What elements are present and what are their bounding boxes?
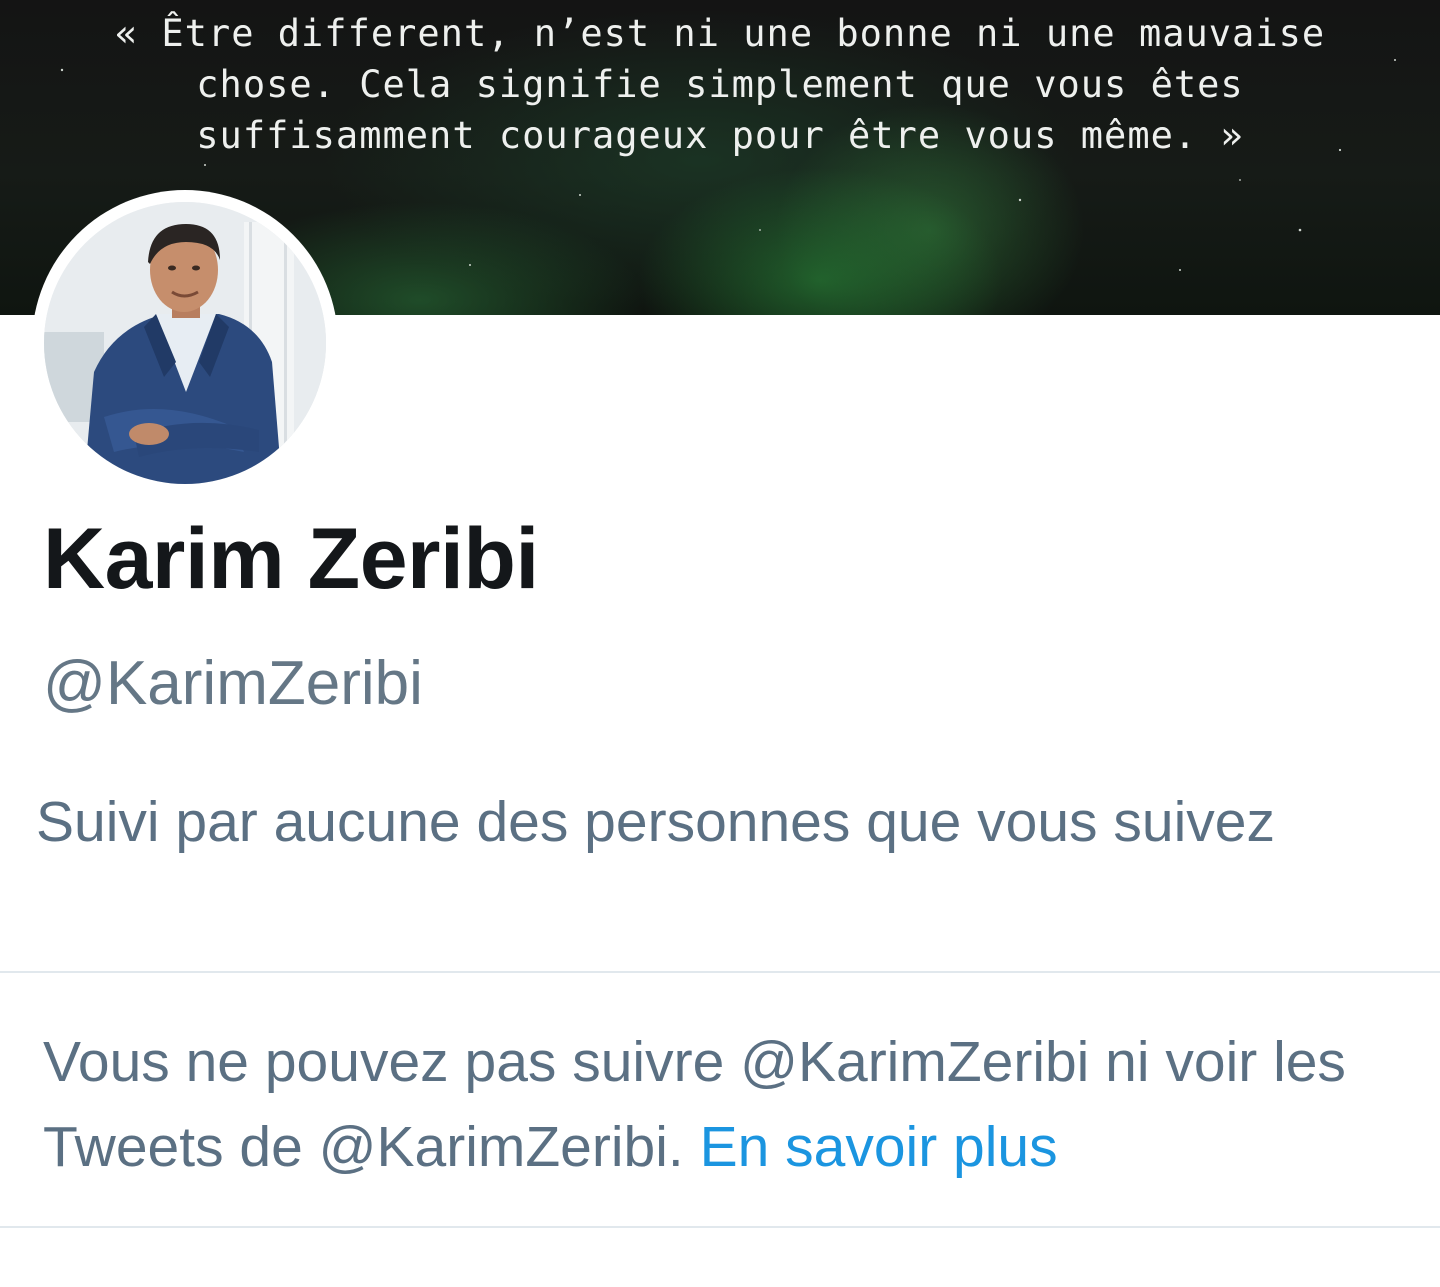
user-handle: @KarimZeribi xyxy=(43,649,423,718)
divider xyxy=(0,1226,1440,1228)
banner-quote: « Être different, n’est ni une bonne ni … xyxy=(114,12,1326,157)
blocked-notice-text: Vous ne pouvez pas suivre @KarimZeribi n… xyxy=(43,1030,1346,1179)
learn-more-link[interactable]: En savoir plus xyxy=(700,1115,1058,1179)
followed-by-text: Suivi par aucune des personnes que vous … xyxy=(36,790,1275,854)
divider xyxy=(0,971,1440,973)
blocked-notice: Vous ne pouvez pas suivre @KarimZeribi n… xyxy=(43,1020,1423,1190)
profile-page: « Être different, n’est ni une bonne ni … xyxy=(0,0,1440,1287)
avatar-photo xyxy=(44,202,326,484)
display-name: Karim Zeribi xyxy=(43,511,539,607)
avatar[interactable] xyxy=(32,190,338,496)
